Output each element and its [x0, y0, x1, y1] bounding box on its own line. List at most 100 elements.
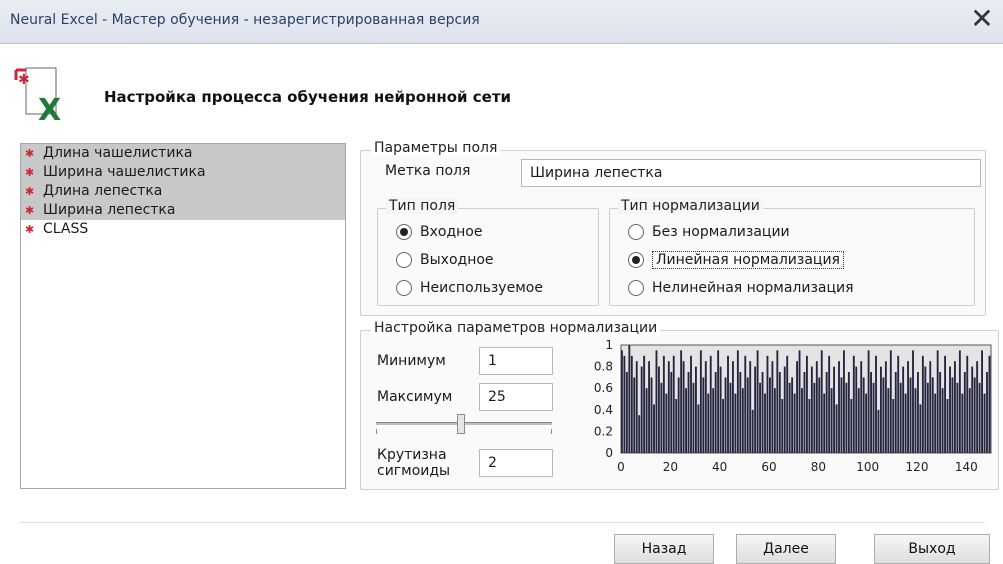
chart-bar [912, 350, 914, 453]
chart-bar [919, 404, 922, 453]
normalization-type-group: Тип нормализации Без нормализации Линейн… [609, 198, 975, 306]
list-item[interactable]: ✱ Ширина лепестка [21, 201, 345, 220]
normalization-type-title: Тип нормализации [618, 198, 763, 214]
chart-bar [714, 372, 717, 453]
chart-bar [986, 372, 988, 453]
chart-bar [877, 409, 880, 453]
chart-bar [773, 388, 776, 453]
chart-bar [709, 355, 712, 453]
chart-bar [672, 355, 675, 453]
chart-bar [739, 372, 742, 453]
chart-bar [954, 361, 956, 453]
max-input[interactable]: 25 [479, 383, 553, 411]
chart-bar [729, 382, 732, 453]
field-icon: ✱ [25, 204, 35, 217]
field-icon: ✱ [25, 166, 35, 179]
chart-bar [988, 355, 991, 453]
chart-bar [838, 361, 840, 453]
chart-bar [976, 361, 979, 453]
chart-bar [751, 409, 754, 453]
max-label: Максимум [377, 389, 453, 405]
radio-nonlinear-normalization[interactable]: Нелинейная нормализация [626, 277, 854, 299]
chart-bar [828, 355, 831, 453]
radio-linear-normalization[interactable]: Линейная нормализация [626, 249, 844, 271]
chart-bar [840, 377, 843, 453]
chart-bar [625, 372, 628, 453]
chart-bar [803, 372, 806, 453]
radio-label: Линейная нормализация [652, 251, 844, 269]
chart-bar [939, 372, 942, 453]
chart-bar [973, 377, 976, 453]
chart-bar [810, 366, 813, 453]
radio-button-icon [396, 252, 412, 268]
chart-bar [847, 372, 850, 453]
slider-tick [551, 429, 552, 434]
chart-bar [880, 366, 882, 453]
radio-button-icon [628, 280, 644, 296]
chart-bar [934, 393, 937, 453]
list-item-label: Ширина чашелистика [43, 164, 206, 180]
radio-label: Выходное [420, 252, 494, 268]
chart-bar [835, 404, 838, 453]
fields-list[interactable]: ✱ Длина чашелистика ✱ Ширина чашелистика… [20, 143, 346, 489]
radio-input-field[interactable]: Входное [394, 221, 482, 243]
chart-bar [902, 366, 905, 453]
chart-bar [963, 372, 966, 453]
field-params-group: Параметры поля Метка поля Ширина лепестк… [360, 140, 986, 316]
chart-bar [724, 377, 727, 453]
chart-bar [640, 366, 643, 453]
chart-bar [621, 350, 623, 453]
chart-bar [978, 382, 981, 453]
sigmoid-input[interactable]: 2 [479, 449, 553, 477]
close-icon[interactable]: ✕ [965, 2, 999, 36]
chart-bar [825, 372, 828, 453]
chart-bar [882, 377, 885, 453]
field-icon: ✱ [25, 147, 35, 160]
chart-bar [662, 355, 665, 453]
chart-bar [909, 377, 912, 453]
chart-bar [781, 399, 784, 453]
radio-output-field[interactable]: Выходное [394, 249, 494, 271]
chart-bar [704, 361, 707, 453]
radio-no-normalization[interactable]: Без нормализации [626, 221, 790, 243]
chart-bar [658, 366, 660, 453]
chart-bar [722, 399, 724, 453]
list-item[interactable]: ✱ Ширина чашелистика [21, 163, 345, 182]
list-item[interactable]: ✱ Длина чашелистика [21, 144, 345, 163]
slider-thumb[interactable] [457, 414, 465, 434]
chart-bar [894, 372, 897, 453]
chart-bar [806, 355, 808, 453]
chart-bar [633, 377, 636, 453]
min-input[interactable]: 1 [479, 347, 553, 375]
chart-bar [944, 355, 946, 453]
sigmoid-label-line2: сигмоиды [377, 463, 451, 479]
chart-bar [769, 377, 771, 453]
back-button[interactable]: Назад [614, 534, 714, 564]
normalization-slider[interactable] [376, 414, 552, 434]
chart-bar [830, 388, 833, 453]
list-item[interactable]: ✱ CLASS [21, 220, 345, 239]
radio-label: Без нормализации [652, 224, 790, 240]
exit-button[interactable]: Выход [874, 534, 990, 564]
radio-unused-field[interactable]: Неиспользуемое [394, 277, 543, 299]
chart-bar [968, 388, 971, 453]
chart-bar [623, 355, 626, 453]
chart-bar [650, 377, 653, 453]
chart-bar [904, 393, 907, 453]
chart-bar [966, 355, 969, 453]
list-item[interactable]: ✱ Длина лепестка [21, 182, 345, 201]
chart-bar [867, 350, 870, 453]
radio-label: Нелинейная нормализация [652, 280, 854, 296]
next-button[interactable]: Далее [736, 534, 836, 564]
chart-bar [815, 361, 818, 453]
chart-bar [771, 361, 774, 453]
y-tick-label: 0 [605, 446, 613, 460]
y-tick-label: 0.6 [594, 381, 613, 395]
chart-bar [660, 382, 663, 453]
field-label-input[interactable]: Ширина лепестка [521, 159, 981, 187]
chart-bar [712, 388, 715, 453]
chart-bar [801, 388, 803, 453]
chart-bar [719, 366, 722, 453]
field-icon: ✱ [25, 185, 35, 198]
normalization-settings-title: Настройка параметров нормализации [371, 320, 661, 336]
